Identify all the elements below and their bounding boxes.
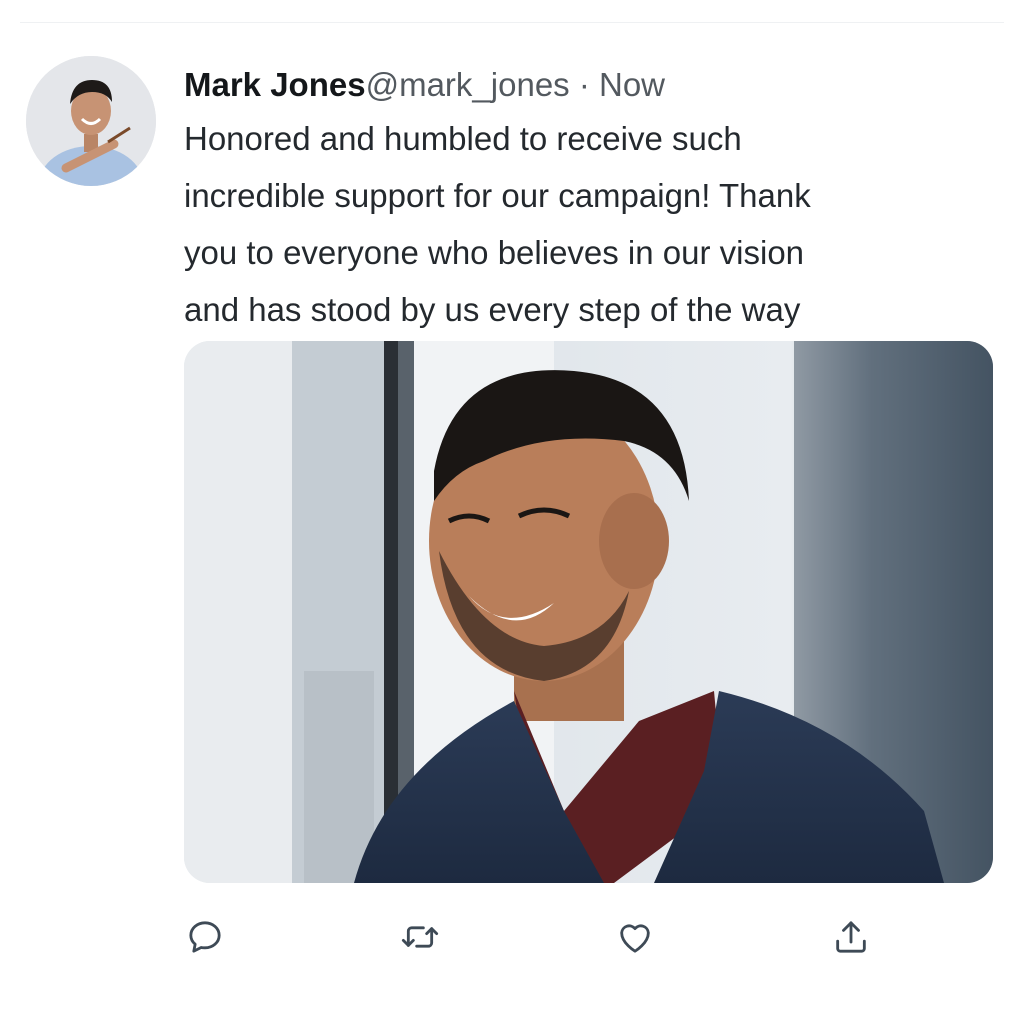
tweet-content: Mark Jones@mark_jones · Now Honored and … xyxy=(184,60,1004,338)
tweet-text-line: and has stood by us every step of the wa… xyxy=(184,291,801,328)
avatar[interactable] xyxy=(26,56,156,186)
tweet-text-line: Honored and humbled to receive such xyxy=(184,120,742,157)
tweet-actions xyxy=(0,913,1024,963)
retweet-button[interactable] xyxy=(396,913,444,961)
share-icon xyxy=(836,921,866,953)
photo-illustration xyxy=(184,341,993,883)
reply-button[interactable] xyxy=(181,913,229,961)
tweet-header: Mark Jones@mark_jones · Now xyxy=(184,60,1004,110)
like-button[interactable] xyxy=(611,913,659,961)
tweet-text: Honored and humbled to receive such incr… xyxy=(184,110,944,338)
tweet-text-line: incredible support for our campaign! Tha… xyxy=(184,177,811,214)
author-handle[interactable]: @mark_jones xyxy=(366,66,570,103)
tweet-media-image[interactable] xyxy=(184,341,993,883)
separator-dot: · xyxy=(569,66,599,103)
author-name[interactable]: Mark Jones xyxy=(184,66,366,103)
share-button[interactable] xyxy=(827,913,875,961)
top-divider xyxy=(20,22,1004,23)
tweet-text-line: you to everyone who believes in our visi… xyxy=(184,234,805,271)
retweet-icon xyxy=(401,926,439,948)
avatar-photo xyxy=(26,56,156,186)
heart-icon xyxy=(620,924,650,953)
timestamp[interactable]: Now xyxy=(599,66,665,103)
comment-icon xyxy=(189,921,221,953)
